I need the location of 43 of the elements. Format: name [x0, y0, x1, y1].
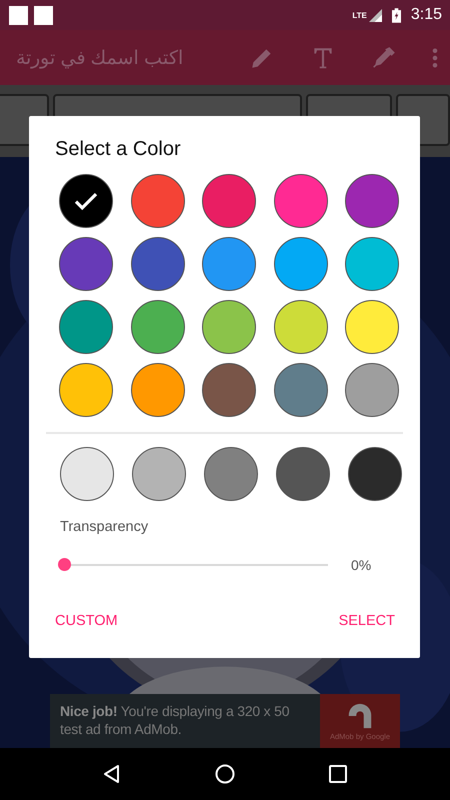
dialog-button[interactable]: CUSTOM — [55, 613, 118, 629]
color-swatch[interactable] — [59, 363, 113, 417]
color-swatch[interactable] — [59, 174, 113, 228]
signal-icon — [368, 8, 382, 22]
notification-icon — [9, 6, 28, 24]
ad-text: Nice job! You're displaying a 320 x 50 test ad from AdMob. — [59, 702, 290, 739]
color-swatch[interactable] — [345, 363, 399, 417]
transparency-label: Transparency — [59, 518, 150, 537]
network-label: LTE — [352, 10, 367, 20]
dialog-title: Select a Color — [54, 138, 182, 162]
color-swatch[interactable] — [204, 447, 258, 501]
home-icon[interactable] — [214, 764, 235, 784]
color-swatch[interactable] — [130, 237, 184, 291]
notification-icon — [34, 6, 53, 24]
color-swatch[interactable] — [274, 237, 328, 291]
color-swatch[interactable] — [345, 174, 399, 228]
slider-thumb[interactable] — [58, 558, 71, 571]
color-swatch[interactable] — [202, 300, 256, 354]
color-swatch[interactable] — [130, 300, 184, 354]
color-swatch[interactable] — [202, 363, 256, 417]
logo-icon — [346, 702, 374, 730]
color-swatch[interactable] — [345, 237, 399, 291]
clock: 3:15 — [410, 6, 442, 24]
app-title: اكتب اسمك في تورتة — [16, 46, 184, 70]
color-swatch[interactable] — [274, 363, 328, 417]
color-swatch[interactable] — [59, 300, 113, 354]
dialog-button[interactable]: SELECT — [338, 613, 395, 629]
color-swatch[interactable] — [202, 237, 256, 291]
color-swatch[interactable] — [130, 174, 184, 228]
recents-icon[interactable] — [328, 764, 348, 784]
color-swatch[interactable] — [60, 447, 114, 501]
color-swatch[interactable] — [130, 363, 184, 417]
color-swatch[interactable] — [274, 300, 328, 354]
back-icon[interactable] — [102, 764, 122, 784]
color-swatch[interactable] — [132, 447, 186, 501]
color-swatch[interactable] — [59, 237, 113, 291]
battery-icon — [392, 8, 401, 22]
color-swatch[interactable] — [202, 174, 256, 228]
color-swatch[interactable] — [345, 300, 399, 354]
color-swatch[interactable] — [274, 174, 328, 228]
color-swatch[interactable] — [276, 447, 330, 501]
transparency-value: 0% — [351, 557, 372, 573]
color-swatch[interactable] — [348, 447, 402, 501]
